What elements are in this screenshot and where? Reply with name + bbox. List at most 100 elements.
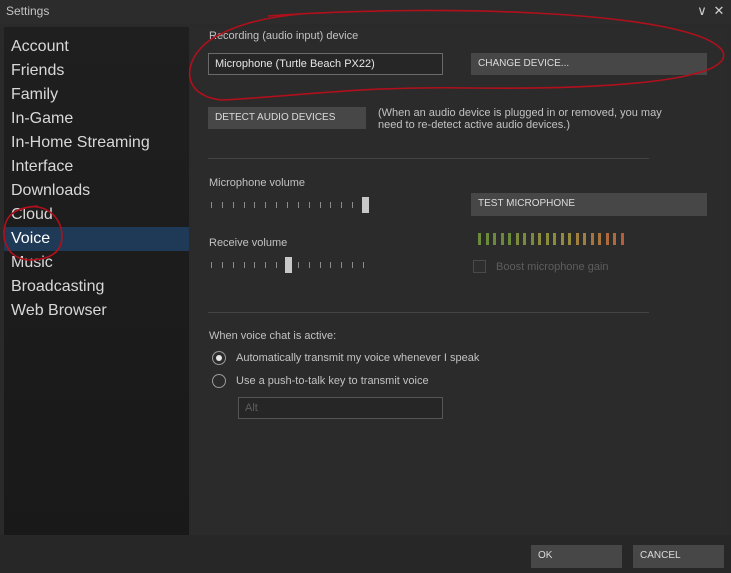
slider-tick: [341, 202, 342, 208]
slider-thumb[interactable]: [285, 257, 292, 273]
sidebar-item-label: Cloud: [11, 206, 53, 223]
meter-bar: [605, 233, 609, 245]
sidebar-item-label: Family: [11, 86, 59, 103]
test-microphone-button[interactable]: TEST MICROPHONE: [471, 193, 707, 216]
slider-tick: [254, 262, 255, 268]
slider-tick: [298, 262, 299, 268]
meter-bar: [493, 233, 496, 245]
slider-tick: [309, 202, 310, 208]
meter-bar: [478, 233, 481, 245]
voice-settings-panel: Recording (audio input) device Microphon…: [191, 27, 727, 535]
boost-mic-gain-label: Boost microphone gain: [496, 261, 609, 273]
slider-tick: [352, 202, 353, 208]
detect-audio-devices-button[interactable]: DETECT AUDIO DEVICES: [208, 107, 366, 129]
sidebar-item-label: In-Game: [11, 110, 74, 127]
meter-bar: [613, 233, 616, 245]
slider-tick: [211, 202, 212, 208]
slider-tick: [309, 262, 310, 268]
cancel-button[interactable]: CANCEL: [633, 545, 724, 568]
slider-tick: [233, 262, 234, 268]
sidebar-item-label: Voice: [11, 230, 51, 247]
minimize-icon[interactable]: ∨: [694, 2, 710, 20]
section-divider: [208, 158, 649, 159]
sidebar-item-in-game[interactable]: In-Game: [4, 107, 189, 131]
slider-tick: [363, 262, 364, 268]
sidebar-item-label: Music: [11, 254, 53, 271]
slider-tick: [233, 202, 234, 208]
mic-level-meter: [478, 233, 628, 245]
sidebar-item-in-home-streaming[interactable]: In-Home Streaming: [4, 131, 189, 155]
close-icon[interactable]: ✕: [711, 2, 727, 20]
slider-tick: [211, 262, 212, 268]
slider-tick: [222, 262, 223, 268]
meter-bar: [500, 233, 504, 245]
receive-volume-label: Receive volume: [209, 237, 288, 249]
settings-sidebar: Account Friends Family In-Game In-Home S…: [4, 27, 189, 535]
slider-tick: [330, 202, 331, 208]
sidebar-item-web-browser[interactable]: Web Browser: [4, 299, 189, 323]
ok-button[interactable]: OK: [531, 545, 622, 568]
boost-mic-gain-checkbox[interactable]: [473, 260, 486, 273]
push-to-talk-key-field[interactable]: Alt: [238, 397, 443, 419]
sidebar-item-cloud[interactable]: Cloud: [4, 203, 189, 227]
meter-bar: [508, 233, 511, 245]
recording-device-label: Recording (audio input) device: [209, 30, 359, 42]
change-device-button[interactable]: CHANGE DEVICE...: [471, 53, 707, 75]
slider-tick: [244, 262, 245, 268]
slider-tick: [320, 202, 321, 208]
sidebar-item-label: Account: [11, 38, 69, 55]
sidebar-item-friends[interactable]: Friends: [4, 59, 189, 83]
window-title: Settings: [6, 4, 50, 18]
sidebar-item-voice[interactable]: Voice: [4, 227, 189, 251]
sidebar-item-downloads[interactable]: Downloads: [4, 179, 189, 203]
slider-tick: [298, 202, 299, 208]
meter-bar: [515, 233, 519, 245]
meter-bar: [568, 233, 571, 245]
sidebar-item-broadcasting[interactable]: Broadcasting: [4, 275, 189, 299]
sidebar-item-label: Broadcasting: [11, 278, 105, 295]
sidebar-item-label: Web Browser: [11, 302, 107, 319]
title-bar: Settings ∨ ✕: [0, 0, 731, 24]
meter-bar: [538, 233, 541, 245]
slider-tick: [265, 262, 266, 268]
voice-active-label: When voice chat is active:: [209, 330, 337, 342]
slider-tick: [330, 262, 331, 268]
slider-tick: [287, 202, 288, 208]
push-to-talk-label: Use a push-to-talk key to transmit voice: [236, 375, 429, 387]
meter-bar: [583, 233, 586, 245]
sidebar-item-label: Downloads: [11, 182, 91, 199]
meter-bar: [545, 233, 549, 245]
meter-bar: [620, 233, 624, 245]
meter-bar: [575, 233, 579, 245]
mic-volume-label: Microphone volume: [209, 177, 305, 189]
receive-volume-slider[interactable]: [211, 257, 373, 273]
meter-bar: [590, 233, 594, 245]
slider-tick: [320, 262, 321, 268]
sidebar-item-music[interactable]: Music: [4, 251, 189, 275]
auto-transmit-radio[interactable]: [212, 351, 226, 365]
mic-volume-slider[interactable]: [211, 197, 373, 213]
meter-bar: [530, 233, 534, 245]
sidebar-item-account[interactable]: Account: [4, 35, 189, 59]
sidebar-item-label: In-Home Streaming: [11, 134, 150, 151]
dialog-footer: OK CANCEL: [0, 535, 731, 573]
detect-note-line2: need to re-detect active audio devices.): [378, 119, 571, 131]
meter-bar: [485, 233, 489, 245]
slider-tick: [341, 262, 342, 268]
slider-tick: [276, 262, 277, 268]
slider-tick: [276, 202, 277, 208]
section-divider: [208, 312, 649, 313]
auto-transmit-label: Automatically transmit my voice whenever…: [236, 352, 480, 364]
meter-bar: [523, 233, 526, 245]
detect-note-line1: (When an audio device is plugged in or r…: [378, 107, 662, 119]
slider-thumb[interactable]: [362, 197, 369, 213]
slider-tick: [222, 202, 223, 208]
recording-device-field: Microphone (Turtle Beach PX22): [208, 53, 443, 75]
meter-bar: [560, 233, 564, 245]
meter-bar: [553, 233, 556, 245]
push-to-talk-radio[interactable]: [212, 374, 226, 388]
sidebar-item-family[interactable]: Family: [4, 83, 189, 107]
meter-bar: [598, 233, 601, 245]
sidebar-item-interface[interactable]: Interface: [4, 155, 189, 179]
slider-tick: [265, 202, 266, 208]
